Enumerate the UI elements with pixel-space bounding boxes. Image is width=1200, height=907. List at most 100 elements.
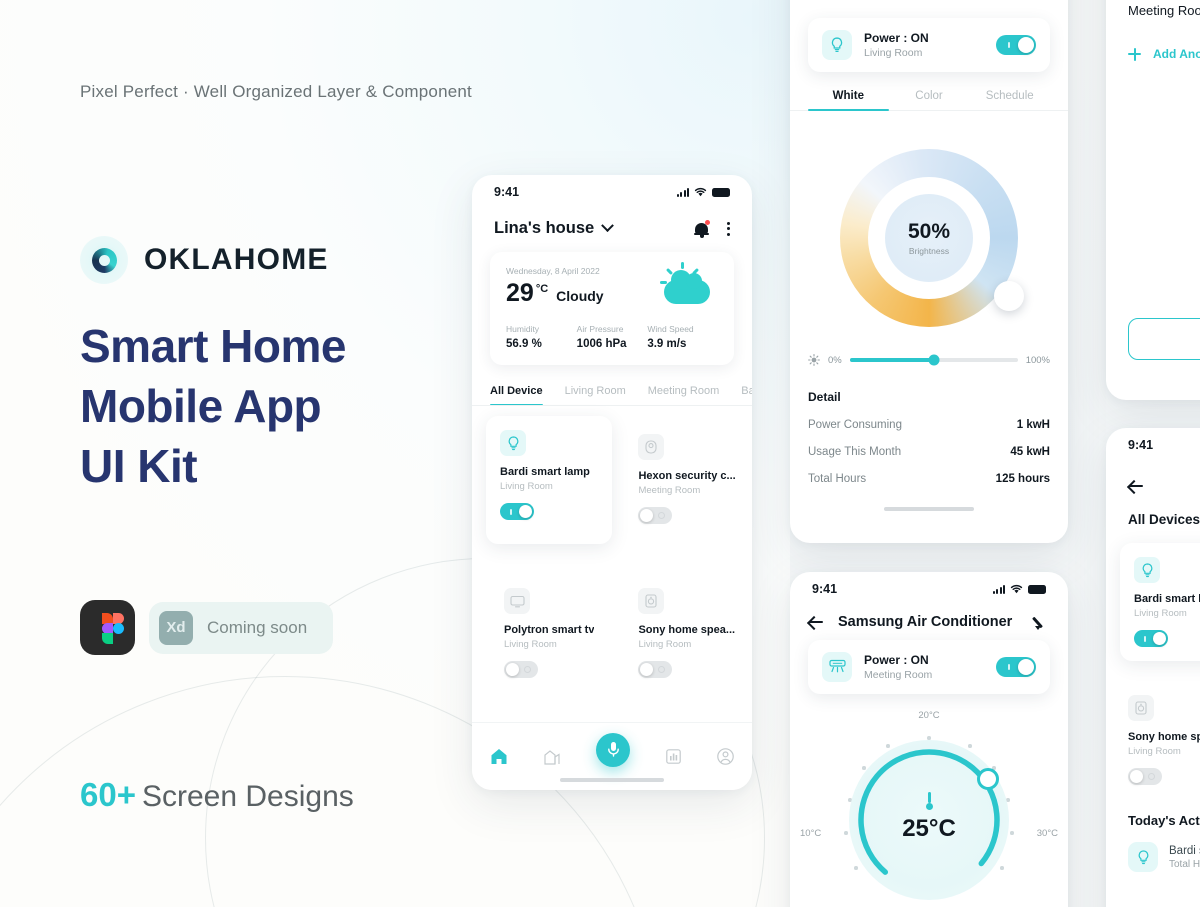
bulb-icon — [822, 30, 852, 60]
power-toggle[interactable] — [996, 657, 1036, 677]
weather-stat: Wind Speed 3.9 m/s — [647, 324, 718, 350]
tab-white[interactable]: White — [808, 90, 889, 111]
home-icon[interactable] — [490, 748, 508, 765]
device-room: Meeting Room — [638, 485, 701, 496]
weather-unit: °C — [535, 283, 549, 295]
rooms-icon[interactable] — [544, 749, 561, 765]
tab-meeting-room[interactable]: Meeting Room — [648, 385, 720, 405]
bulb-icon — [500, 430, 526, 456]
brightness-value: 50% — [907, 219, 951, 243]
power-room: Meeting Room — [864, 669, 933, 681]
status-time: 9:41 — [1128, 438, 1154, 452]
room-list: Bedroom Bathroom Meeting Room Add Anoth — [1106, 0, 1200, 75]
temperature-value: 25°C — [902, 815, 956, 842]
bottom-navigation — [472, 722, 752, 790]
device-card[interactable]: Polytron smart tv Living Room — [490, 574, 608, 694]
tab-bathroom[interactable]: Bath — [741, 385, 752, 405]
device-toggle[interactable] — [638, 507, 673, 524]
oklahome-logo-icon — [80, 236, 128, 284]
status-bar: 9:41 — [790, 572, 1068, 606]
device-card[interactable]: Bardi smart lamp Living Room — [486, 416, 613, 544]
house-selector[interactable]: Lina's house — [494, 219, 615, 238]
notification-bell-icon[interactable] — [694, 219, 710, 238]
tab-living-room[interactable]: Living Room — [565, 385, 626, 405]
brightness-slider[interactable]: 0% 100% — [790, 354, 1068, 366]
power-card: Power : ON Living Room — [808, 18, 1050, 72]
slider-handle — [928, 354, 940, 366]
tab-color[interactable]: Color — [889, 90, 970, 110]
add-room-button[interactable]: Add Anoth — [1128, 33, 1200, 75]
add-room-label: Add Anoth — [1153, 47, 1200, 61]
tab-schedule[interactable]: Schedule — [969, 90, 1050, 110]
screenshot-canvas: Pixel Perfect · Well Organized Layer & C… — [0, 0, 1200, 907]
device-toggle[interactable] — [638, 661, 673, 678]
status-bar: 9:41 — [1106, 428, 1200, 462]
page-title: All Devices — [1128, 512, 1200, 527]
weather-cloudy-icon — [658, 262, 716, 310]
phone-mockup-home: 9:41 Lina's house Wednesday, 8 April 202… — [472, 175, 752, 790]
temperature-dial[interactable]: 20°C 10°C 30°C 25°C — [790, 710, 1068, 907]
activity-heading: Today's Activi — [1128, 813, 1200, 828]
brand-lockup: OKLAHOME — [80, 236, 329, 284]
page-title: Smart Home Mobile App UI Kit — [80, 316, 346, 496]
device-room: Living Room — [500, 481, 553, 492]
weather-stat: Humidity 56.9 % — [506, 324, 577, 350]
screen-count-line: 60+ Screen Designs — [80, 776, 354, 814]
activity-row[interactable]: Bardi s Total H — [1128, 842, 1200, 872]
weather-condition: Cloudy — [556, 288, 604, 304]
figma-icon[interactable] — [80, 600, 135, 655]
edit-pencil-icon[interactable] — [1034, 614, 1050, 630]
brightness-dial[interactable]: 50% Brightness — [790, 125, 1068, 350]
detail-row: Power Consuming 1 kwH — [808, 419, 1050, 431]
detail-value: 45 kwH — [1010, 446, 1050, 458]
status-bar: 9:41 — [472, 175, 752, 209]
back-arrow-icon[interactable] — [808, 614, 824, 630]
home-header: Lina's house — [472, 209, 752, 244]
device-toggle[interactable] — [1134, 630, 1168, 647]
ac-header: Samsung Air Conditioner — [790, 606, 1068, 640]
device-card[interactable]: Sony home sp Living Room — [1128, 695, 1200, 785]
signal-icon — [992, 584, 1005, 594]
slider-track[interactable] — [849, 354, 1018, 366]
stat-value: 1006 hPa — [576, 338, 627, 350]
back-arrow-icon[interactable] — [1128, 478, 1144, 494]
power-room: Living Room — [864, 47, 923, 59]
power-status: Power : ON — [864, 653, 929, 667]
device-name: Sony home sp — [1128, 731, 1200, 743]
xd-icon: Xd — [159, 610, 193, 645]
brightness-label: Brightness — [908, 245, 950, 256]
cancel-button[interactable]: Cancel — [1128, 318, 1200, 360]
device-card[interactable]: Sony home spea... Living Room — [624, 574, 749, 694]
weather-temperature: 29 — [506, 279, 534, 307]
status-time: 9:41 — [494, 185, 520, 199]
device-toggle[interactable] — [504, 661, 538, 678]
profile-icon[interactable] — [717, 748, 734, 765]
activity-detail: Total H — [1169, 858, 1200, 870]
room-tabs: All Device Living Room Meeting Room Bath — [472, 385, 752, 406]
device-card[interactable]: Hexon security c... Meeting Room — [624, 420, 749, 540]
device-toggle[interactable] — [1128, 768, 1162, 785]
temperature-handle[interactable] — [977, 768, 999, 790]
weather-stat: Air Pressure 1006 hPa — [577, 324, 648, 350]
tab-all-device[interactable]: All Device — [490, 385, 543, 405]
speaker-icon — [638, 588, 665, 614]
battery-icon — [712, 187, 730, 197]
phone-mockup-room-list: Bedroom Bathroom Meeting Room Add Anoth … — [1106, 0, 1200, 400]
brand-name: OKLAHOME — [144, 243, 329, 276]
room-item-meeting-room[interactable]: Meeting Room — [1128, 0, 1200, 33]
phone-mockup-all-devices: 9:41 All Devices Bardi smart la Living R… — [1106, 428, 1200, 907]
detail-value: 125 hours — [995, 473, 1050, 485]
stat-value: 3.9 m/s — [647, 338, 687, 350]
stats-icon[interactable] — [666, 749, 682, 764]
temperature-ring: 25°C — [849, 740, 1009, 900]
device-toggle[interactable] — [500, 503, 534, 520]
more-options-icon[interactable] — [727, 221, 730, 236]
device-card[interactable]: Bardi smart la Living Room — [1120, 543, 1200, 661]
stat-value: 56.9 % — [506, 338, 542, 350]
mic-icon[interactable] — [596, 732, 631, 767]
power-toggle[interactable] — [996, 35, 1036, 55]
bulb-icon — [1128, 842, 1158, 872]
dial-handle[interactable] — [994, 280, 1024, 311]
headline-line-2: Mobile App — [80, 380, 322, 432]
device-name: Bardi smart lamp — [500, 466, 590, 478]
